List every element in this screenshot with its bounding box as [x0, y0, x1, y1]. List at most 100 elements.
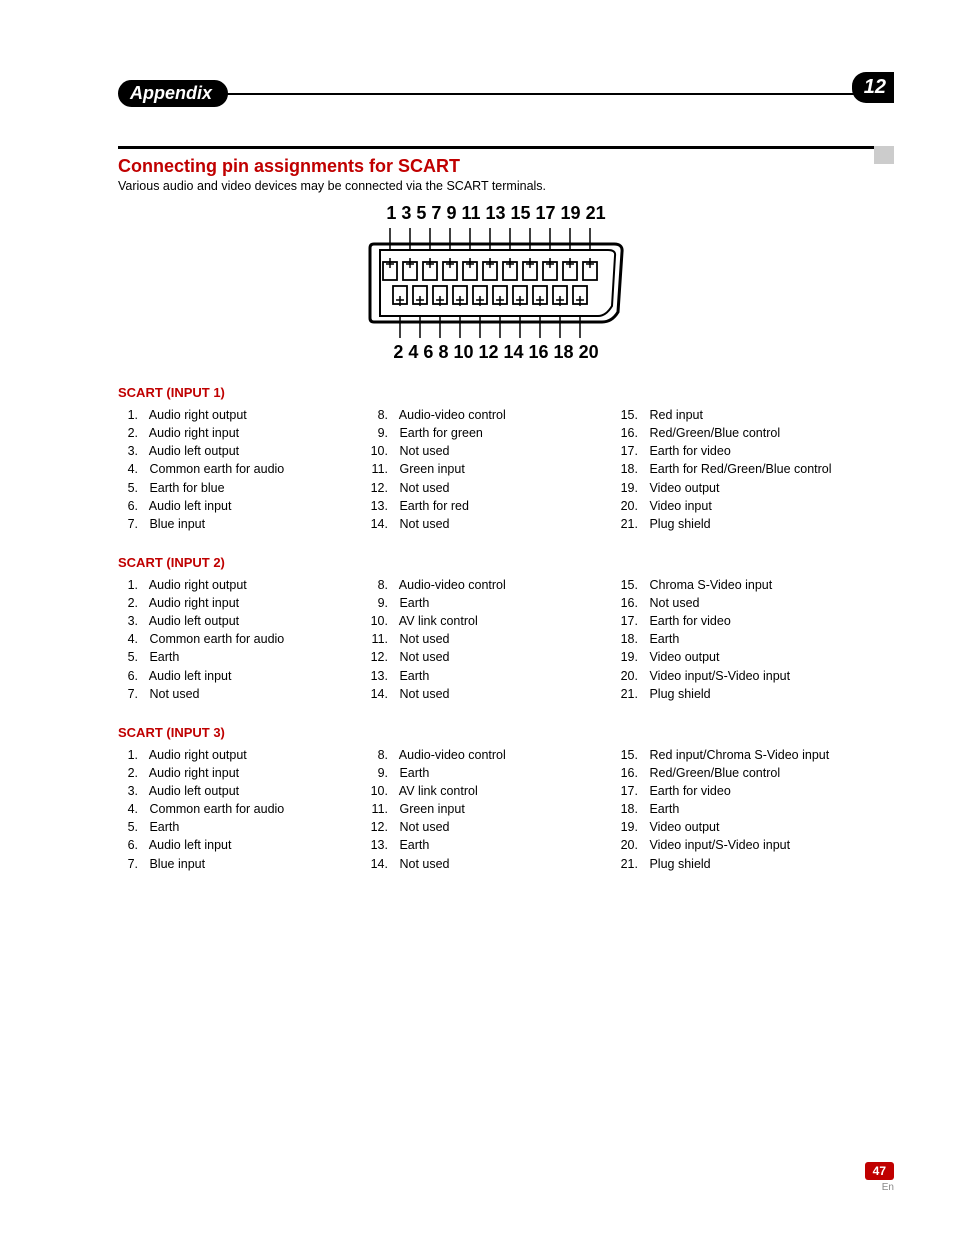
pin-number: 9. — [368, 764, 388, 782]
pin-label: Blue input — [146, 517, 205, 531]
pin-row: 14. Not used — [368, 855, 618, 873]
pin-row: 21. Plug shield — [618, 515, 874, 533]
pin-number: 5. — [118, 818, 138, 836]
pin-label: Green input — [396, 802, 465, 816]
pin-number: 3. — [118, 442, 138, 460]
scart1-col3: 15. Red input16. Red/Green/Blue control1… — [618, 406, 874, 533]
scart3-col2: 8. Audio-video control9. Earth10. AV lin… — [368, 746, 618, 873]
pin-label: Video input — [646, 499, 712, 513]
pin-number: 16. — [618, 764, 638, 782]
page-number-badge: 47 — [865, 1162, 894, 1180]
pin-row: 17. Earth for video — [618, 782, 874, 800]
scart2-col1: 1. Audio right output2. Audio right inpu… — [118, 576, 368, 703]
pin-number: 7. — [118, 515, 138, 533]
pin-label: Red input — [646, 408, 703, 422]
pin-number: 14. — [368, 855, 388, 873]
pin-number: 10. — [368, 612, 388, 630]
pin-number: 10. — [368, 442, 388, 460]
pin-label: Earth for blue — [146, 481, 225, 495]
pin-label: Not used — [396, 820, 450, 834]
pin-row: 9. Earth for green — [368, 424, 618, 442]
pin-row: 7. Blue input — [118, 855, 368, 873]
page-content: Connecting pin assignments for SCART Var… — [118, 156, 874, 873]
appendix-tab: Appendix — [118, 80, 228, 107]
pin-label: AV link control — [396, 614, 478, 628]
pin-label: Audio-video control — [396, 408, 506, 422]
pin-number: 8. — [368, 406, 388, 424]
pin-label: Audio right input — [146, 766, 239, 780]
pin-number: 16. — [618, 424, 638, 442]
pin-label: Not used — [396, 517, 450, 531]
pin-row: 9. Earth — [368, 764, 618, 782]
pin-row: 19. Video output — [618, 479, 874, 497]
pin-row: 12. Not used — [368, 479, 618, 497]
pin-label: Video output — [646, 650, 719, 664]
pin-row: 5. Earth — [118, 648, 368, 666]
pin-number: 15. — [618, 406, 638, 424]
pin-row: 13. Earth for red — [368, 497, 618, 515]
pin-row: 10. AV link control — [368, 782, 618, 800]
pin-label: Earth — [146, 820, 179, 834]
pin-label: Earth — [396, 669, 429, 683]
pin-row: 6. Audio left input — [118, 836, 368, 854]
pin-label: Not used — [396, 687, 450, 701]
scart2-col3: 15. Chroma S-Video input16. Not used17. … — [618, 576, 874, 703]
pin-row: 3. Audio left output — [118, 612, 368, 630]
pin-number: 1. — [118, 746, 138, 764]
scart2-title: SCART (INPUT 2) — [118, 555, 874, 570]
pin-number: 13. — [368, 836, 388, 854]
diagram-bottom-numbers: 2 4 6 8 10 12 14 16 18 20 — [118, 342, 874, 363]
pin-number: 21. — [618, 855, 638, 873]
pin-label: Not used — [396, 444, 450, 458]
pin-row: 10. AV link control — [368, 612, 618, 630]
pin-label: Video input/S-Video input — [646, 838, 790, 852]
pin-label: Audio left input — [146, 669, 231, 683]
pin-label: Earth for video — [646, 444, 731, 458]
pin-number: 17. — [618, 782, 638, 800]
pin-row: 17. Earth for video — [618, 442, 874, 460]
pin-label: Plug shield — [646, 517, 711, 531]
pin-number: 12. — [368, 479, 388, 497]
pin-row: 13. Earth — [368, 667, 618, 685]
pin-number: 19. — [618, 648, 638, 666]
pin-row: 7. Not used — [118, 685, 368, 703]
pin-label: Not used — [396, 650, 450, 664]
pin-number: 9. — [368, 424, 388, 442]
pin-label: Video input/S-Video input — [646, 669, 790, 683]
pin-number: 15. — [618, 746, 638, 764]
pin-label: Earth for red — [396, 499, 469, 513]
pin-number: 4. — [118, 460, 138, 478]
pin-number: 6. — [118, 667, 138, 685]
pin-row: 21. Plug shield — [618, 855, 874, 873]
scart1-title: SCART (INPUT 1) — [118, 385, 874, 400]
pin-label: Audio-video control — [396, 748, 506, 762]
pin-label: Earth — [396, 766, 429, 780]
pin-number: 18. — [618, 630, 638, 648]
pin-row: 8. Audio-video control — [368, 406, 618, 424]
pin-label: Not used — [646, 596, 700, 610]
pin-label: AV link control — [396, 784, 478, 798]
pin-number: 3. — [118, 782, 138, 800]
pin-row: 19. Video output — [618, 818, 874, 836]
pin-row: 2. Audio right input — [118, 594, 368, 612]
diagram-top-numbers: 1 3 5 7 9 11 13 15 17 19 21 — [118, 203, 874, 224]
pin-label: Red input/Chroma S-Video input — [646, 748, 829, 762]
pin-label: Audio right output — [146, 748, 247, 762]
pin-row: 16. Red/Green/Blue control — [618, 424, 874, 442]
pin-label: Earth for Red/Green/Blue control — [646, 462, 832, 476]
section-rule-grey — [874, 146, 894, 164]
pin-label: Red/Green/Blue control — [646, 426, 780, 440]
section-title: Connecting pin assignments for SCART — [118, 156, 874, 177]
pin-label: Earth for video — [646, 614, 731, 628]
pin-row: 4. Common earth for audio — [118, 460, 368, 478]
pin-number: 14. — [368, 515, 388, 533]
pin-row: 1. Audio right output — [118, 576, 368, 594]
scart1-columns: 1. Audio right output2. Audio right inpu… — [118, 406, 874, 533]
pin-label: Audio left input — [146, 499, 231, 513]
pin-number: 6. — [118, 836, 138, 854]
intro-text: Various audio and video devices may be c… — [118, 179, 874, 193]
pin-row: 5. Earth for blue — [118, 479, 368, 497]
pin-row: 2. Audio right input — [118, 424, 368, 442]
pin-row: 12. Not used — [368, 648, 618, 666]
pin-label: Chroma S-Video input — [646, 578, 772, 592]
